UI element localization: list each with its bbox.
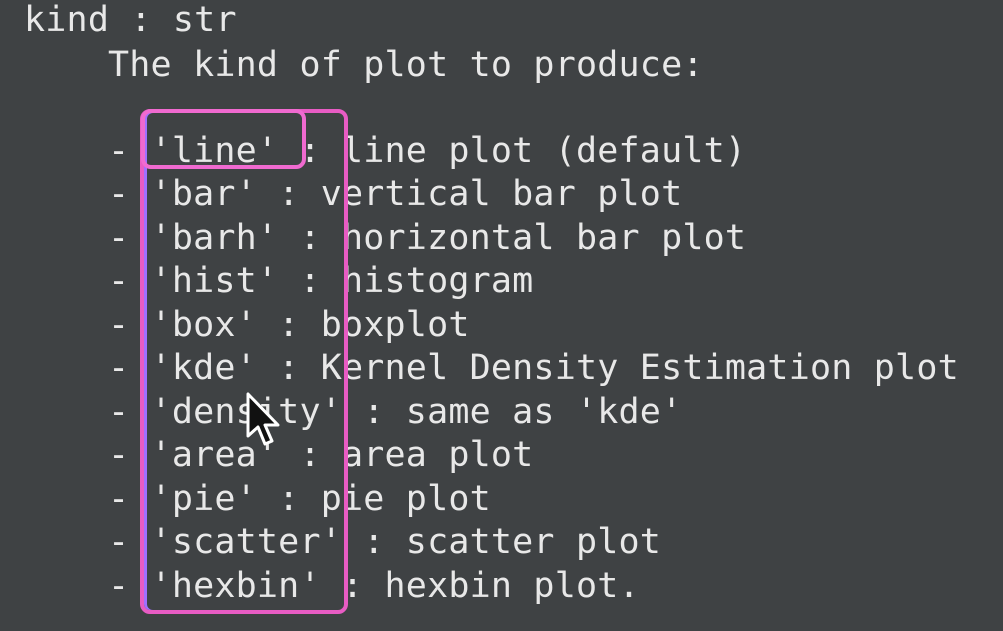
param-description: The kind of plot to produce: bbox=[108, 45, 704, 85]
mouse-pointer-icon bbox=[245, 392, 285, 452]
docstring-view: kind : str The kind of plot to produce: … bbox=[0, 0, 1003, 631]
highlight-box-kinds bbox=[140, 109, 348, 614]
param-signature: kind : str bbox=[24, 0, 237, 40]
highlight-box-line bbox=[141, 109, 306, 169]
